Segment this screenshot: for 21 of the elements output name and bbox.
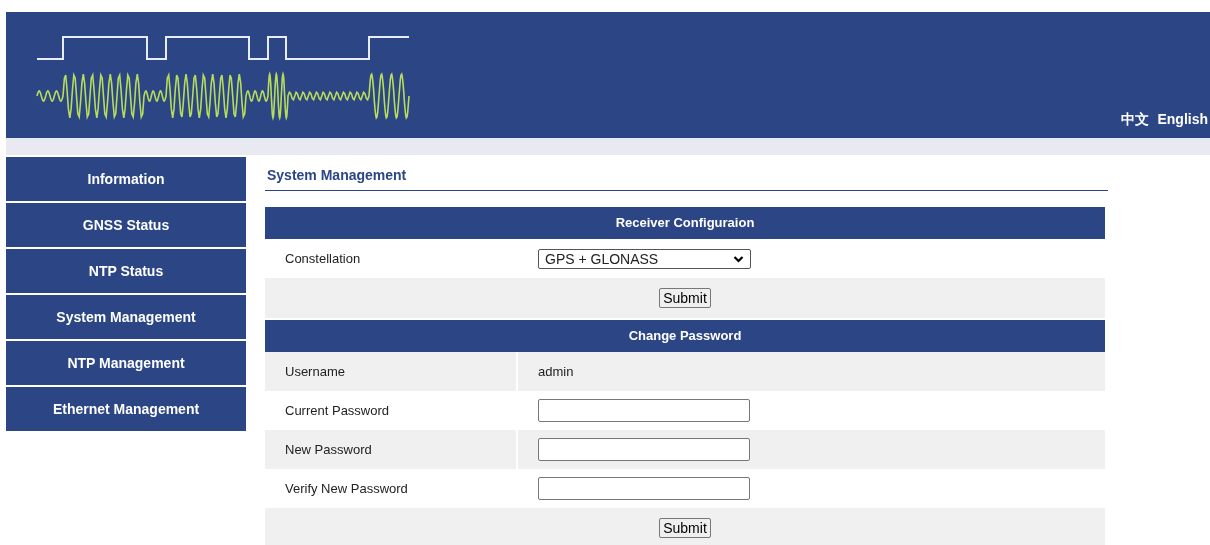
chevron-down-icon: [733, 254, 744, 263]
submit-button[interactable]: Submit: [659, 288, 711, 308]
page-title: System Management: [265, 157, 1108, 191]
sidebar-item[interactable]: NTP Management: [6, 341, 246, 385]
password-field[interactable]: [538, 477, 750, 500]
section-header: Receiver Configuraion: [265, 207, 1105, 239]
sidebar-item[interactable]: System Management: [6, 295, 246, 339]
password-field[interactable]: [538, 399, 750, 422]
submit-button[interactable]: Submit: [659, 518, 711, 538]
sidebar-item[interactable]: NTP Status: [6, 249, 246, 293]
constellation-dropdown[interactable]: GPS + GLONASS: [538, 248, 751, 269]
password-field[interactable]: [538, 438, 750, 461]
language-link[interactable]: 中文: [1121, 111, 1150, 129]
field-label: Username: [265, 352, 518, 391]
field-value: admin: [538, 364, 574, 379]
sidebar-item[interactable]: Ethernet Management: [6, 387, 246, 431]
sidebar-item[interactable]: GNSS Status: [6, 203, 246, 247]
section-header: Change Password: [265, 320, 1105, 352]
sidebar-item[interactable]: Information: [6, 157, 246, 201]
field-label: New Password: [265, 430, 518, 469]
language-link[interactable]: English: [1157, 111, 1208, 129]
